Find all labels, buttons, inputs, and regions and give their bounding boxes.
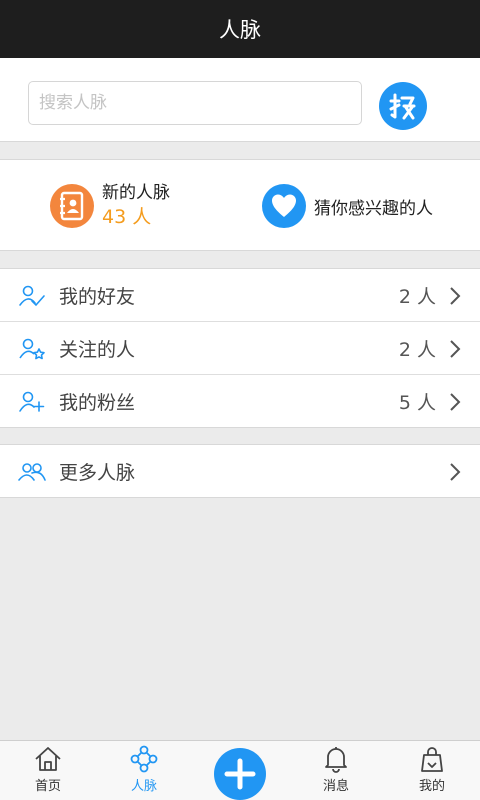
chevron-right-icon: [450, 287, 461, 305]
heart-icon: [262, 184, 306, 228]
contacts-list: 我的好友 2 人 关注的人 2 人 我的粉丝 5 人: [0, 268, 480, 428]
title-bar: 人脉: [0, 0, 480, 58]
list-item-count: 2 人: [398, 338, 436, 361]
search-button[interactable]: [379, 82, 427, 130]
list-item-label: 更多人脉: [59, 462, 136, 484]
home-icon: [35, 747, 61, 771]
list-item-fans[interactable]: 我的粉丝 5 人: [0, 375, 480, 428]
tab-home[interactable]: 首页: [0, 741, 96, 800]
list-item-count: 2 人: [398, 285, 436, 308]
user-star-icon: [19, 338, 45, 360]
bag-icon: [421, 747, 443, 772]
new-contacts-entry[interactable]: 新的人脉 43 人: [50, 182, 170, 230]
list-item-label: 我的好友: [59, 285, 136, 308]
list-item-more-contacts[interactable]: 更多人脉: [0, 445, 480, 498]
friend-check-icon: [19, 285, 45, 307]
plus-icon: [224, 758, 256, 790]
page-title: 人脉: [219, 18, 261, 42]
bell-icon: [325, 747, 347, 773]
address-book-icon: [50, 184, 94, 228]
new-contacts-count: 43 人: [102, 206, 152, 228]
search-go-icon: [389, 93, 416, 120]
new-contacts-label: 新的人脉: [102, 183, 170, 203]
chevron-right-icon: [450, 340, 461, 358]
users-group-icon: [18, 463, 46, 481]
guess-interest-entry[interactable]: 猜你感兴趣的人: [262, 184, 433, 228]
list-item-friends[interactable]: 我的好友 2 人: [0, 269, 480, 322]
chevron-right-icon: [450, 463, 461, 481]
tab-label: 人脉: [130, 779, 157, 794]
list-item-following[interactable]: 关注的人 2 人: [0, 322, 480, 375]
featured-panel: 新的人脉 43 人 猜你感兴趣的人: [0, 159, 480, 251]
tab-network[interactable]: 人脉: [96, 741, 192, 800]
search-input[interactable]: [28, 81, 362, 125]
tab-messages[interactable]: 消息: [288, 741, 384, 800]
more-contacts-group: 更多人脉: [0, 444, 480, 498]
search-panel: [0, 58, 480, 142]
list-item-label: 我的粉丝: [59, 392, 136, 414]
tab-label: 首页: [34, 779, 61, 794]
network-icon: [130, 745, 158, 773]
tab-label: 消息: [322, 779, 349, 794]
add-button[interactable]: [214, 748, 266, 800]
tab-label: 我的: [418, 779, 445, 794]
user-plus-icon: [19, 391, 45, 412]
chevron-right-icon: [450, 393, 461, 411]
tab-mine[interactable]: 我的: [384, 741, 480, 800]
guess-interest-label: 猜你感兴趣的人: [314, 198, 433, 219]
list-item-label: 关注的人: [59, 338, 136, 361]
list-item-count: 5 人: [398, 392, 436, 414]
